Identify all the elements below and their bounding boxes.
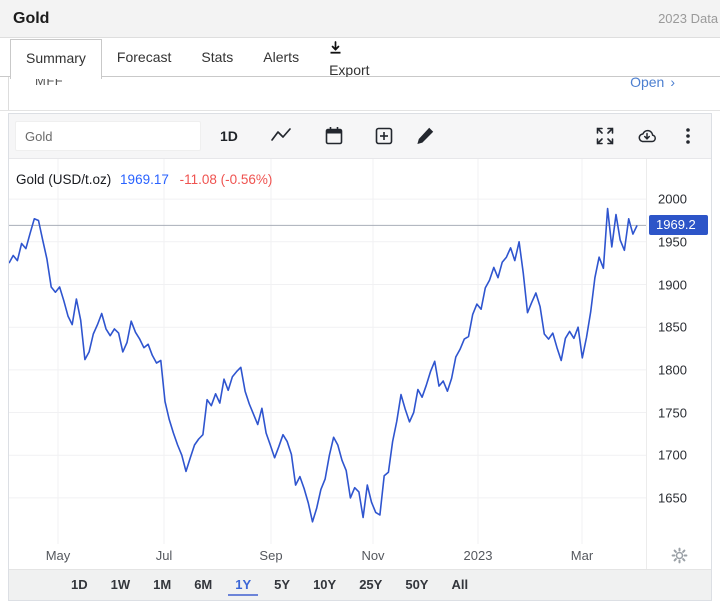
price-axis-label: 1800 xyxy=(658,362,687,377)
time-axis-label: May xyxy=(46,548,71,563)
price-line-series xyxy=(9,209,637,522)
download-icon xyxy=(329,41,342,54)
last-price-badge: 1969.2 xyxy=(649,215,708,235)
range-button-1y[interactable]: 1Y xyxy=(228,574,258,596)
tab-forecast[interactable]: Forecast xyxy=(102,39,186,76)
page-header: Gold 2023 Data - xyxy=(0,0,720,38)
clipped-list-inner: MFF Open› xyxy=(8,77,720,110)
range-button-6m[interactable]: 6M xyxy=(187,574,219,596)
calendar-icon[interactable] xyxy=(323,125,345,147)
range-button-1m[interactable]: 1M xyxy=(146,574,178,596)
chart-region[interactable]: Gold (USD/t.oz) 1969.17 -11.08 (-0.56%) … xyxy=(9,159,711,544)
draw-pencil-icon[interactable] xyxy=(414,125,436,147)
header-data-note: 2023 Data - xyxy=(658,0,720,38)
price-axis-label: 1750 xyxy=(658,405,687,420)
price-axis[interactable]: 1969.2 1650 1700 1750 1800 1850 1900 1950 2000 xyxy=(646,159,711,544)
price-axis-label: 1700 xyxy=(658,448,687,463)
legend-last-value: 1969.17 xyxy=(120,172,169,187)
tab-label: Alerts xyxy=(263,49,299,65)
chevron-right-icon: › xyxy=(670,77,675,90)
price-axis-label: 1650 xyxy=(658,490,687,505)
more-options-icon[interactable] xyxy=(677,125,699,147)
tab-alerts[interactable]: Alerts xyxy=(248,39,314,76)
tab-summary[interactable]: Summary xyxy=(10,39,102,79)
range-button-5y[interactable]: 5Y xyxy=(267,574,297,596)
line-chart-style-icon[interactable] xyxy=(270,125,292,147)
price-axis-label: 1850 xyxy=(658,320,687,335)
cloud-download-icon[interactable] xyxy=(636,125,658,147)
axis-separator xyxy=(646,544,647,569)
legend-change: -11.08 (-0.56%) xyxy=(180,172,273,187)
gear-icon xyxy=(671,547,688,564)
tab-label: Stats xyxy=(201,49,233,65)
range-button-50y[interactable]: 50Y xyxy=(398,574,435,596)
tab-label: Summary xyxy=(26,50,86,66)
tab-export[interactable]: Export xyxy=(314,39,384,76)
chart-settings-button[interactable] xyxy=(671,547,688,564)
clipped-list-row: MFF Open› xyxy=(0,77,720,111)
time-axis-label: Jul xyxy=(156,548,173,563)
range-button-25y[interactable]: 25Y xyxy=(352,574,389,596)
price-chart-svg[interactable] xyxy=(9,159,646,544)
time-axis-label: Mar xyxy=(571,548,593,563)
legend-symbol-name: Gold (USD/t.oz) xyxy=(16,172,111,187)
open-link[interactable]: Open› xyxy=(630,77,675,90)
chart-legend: Gold (USD/t.oz) 1969.17 -11.08 (-0.56%) xyxy=(16,172,272,187)
tab-stats[interactable]: Stats xyxy=(186,39,248,76)
price-axis-label: 1950 xyxy=(658,234,687,249)
range-button-10y[interactable]: 10Y xyxy=(306,574,343,596)
page-title: Gold xyxy=(13,0,49,38)
symbol-search-input[interactable] xyxy=(15,121,201,151)
fullscreen-icon[interactable] xyxy=(594,125,616,147)
time-axis[interactable]: May Jul Sep Nov 2023 Mar xyxy=(9,544,711,569)
chart-toolbar: 1D xyxy=(9,114,711,159)
tab-label: Forecast xyxy=(117,49,171,65)
time-axis-label: Nov xyxy=(361,548,384,563)
range-button-1d[interactable]: 1D xyxy=(64,574,95,596)
chart-panel: 1D xyxy=(8,113,712,601)
interval-button[interactable]: 1D xyxy=(220,114,238,159)
price-axis-label: 1900 xyxy=(658,277,687,292)
range-bar: 1D 1W 1M 6M 1Y 5Y 10Y 25Y 50Y All xyxy=(9,569,711,600)
range-button-all[interactable]: All xyxy=(444,574,475,596)
tab-bar: Summary Forecast Stats Alerts Export xyxy=(0,39,720,77)
time-axis-label: Sep xyxy=(259,548,282,563)
time-axis-label: 2023 xyxy=(464,548,493,563)
price-axis-label: 2000 xyxy=(658,192,687,207)
tab-label: Export xyxy=(329,62,369,78)
compare-add-icon[interactable] xyxy=(373,125,395,147)
range-button-1w[interactable]: 1W xyxy=(104,574,138,596)
